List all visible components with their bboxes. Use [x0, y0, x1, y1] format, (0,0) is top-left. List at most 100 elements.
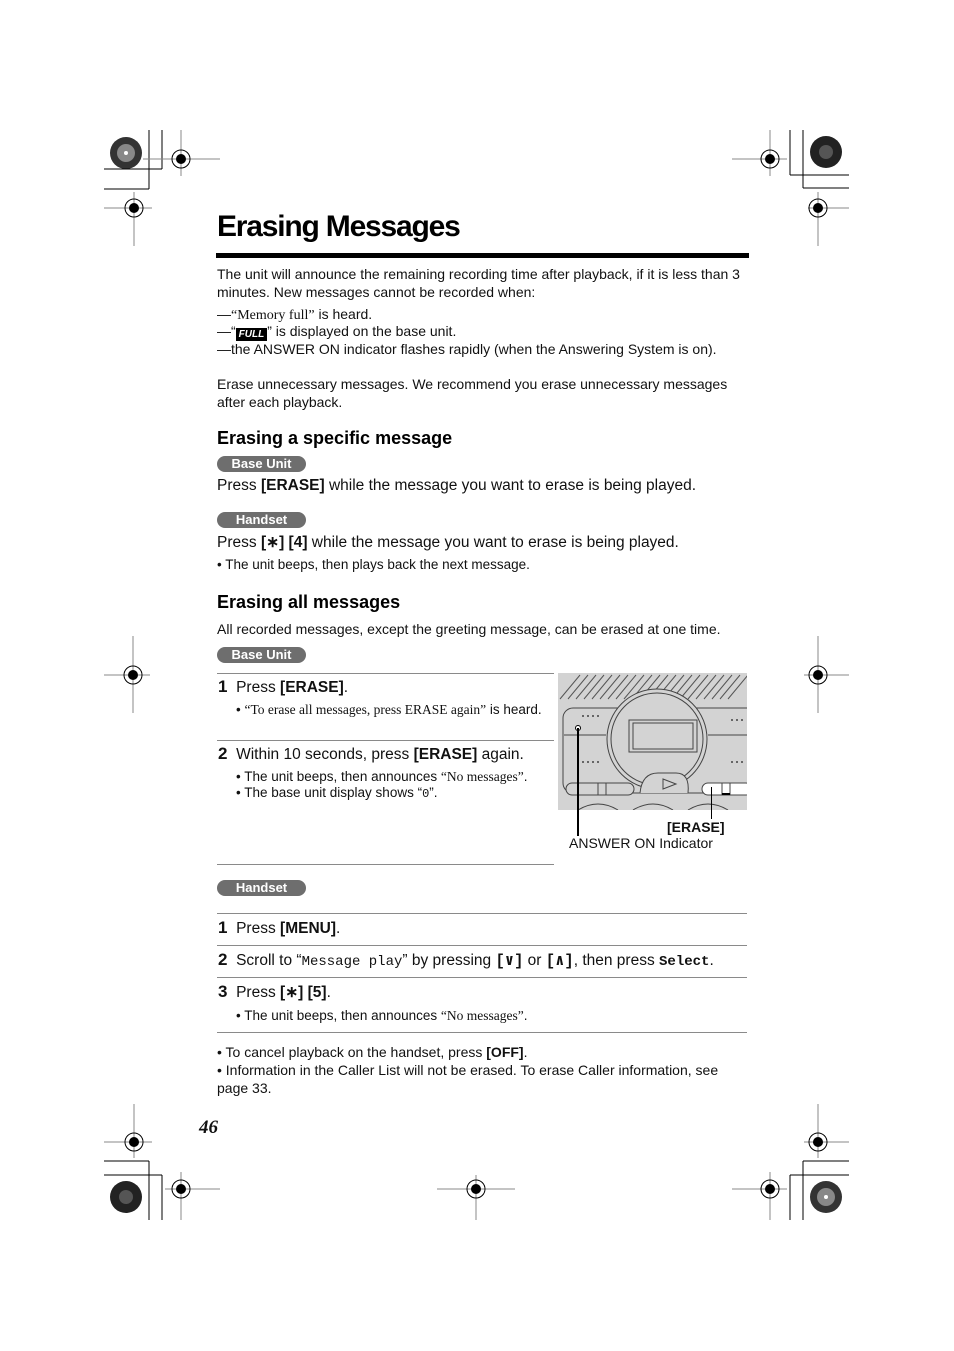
erase-key: [ERASE] — [260, 477, 325, 494]
condition-answer-on: —the ANSWER ON indicator flashes rapidly… — [217, 341, 717, 357]
base-unit-badge: Base Unit — [217, 647, 306, 663]
off-key: [OFF] — [486, 1044, 524, 1060]
base-step-2: 2 Within 10 seconds, press [ERASE] again… — [218, 744, 524, 764]
crosshair-mark-icon — [437, 1175, 515, 1220]
divider — [217, 673, 554, 674]
title-underline — [216, 253, 749, 258]
text: Press — [236, 679, 281, 696]
text: is heard. — [486, 702, 542, 717]
condition-text: ” is displayed on the base unit. — [267, 323, 457, 339]
erase-key: [ERASE] — [413, 746, 478, 763]
base-step-1: 1 Press [ERASE]. — [218, 677, 348, 697]
divider — [217, 864, 554, 865]
recommend-paragraph: Erase unnecessary messages. We recommend… — [217, 376, 728, 410]
text: Within 10 seconds, press — [236, 746, 414, 763]
erase-key: [ERASE] — [280, 679, 344, 696]
handset-step-3-note: • The unit beeps, then announces “No mes… — [236, 1008, 528, 1024]
down-key: [∨] — [495, 952, 524, 970]
crosshair-mark-icon — [104, 636, 150, 713]
text: Press — [236, 984, 281, 1001]
voice-prompt: “No messages” — [440, 1008, 524, 1023]
step-number: 2 — [218, 950, 228, 969]
footnote-caller-list: • Information in the Caller List will no… — [217, 1062, 719, 1096]
page-title: Erasing Messages — [217, 210, 461, 243]
step-number: 1 — [218, 918, 228, 937]
text: Press — [217, 477, 261, 494]
dash: —“ — [217, 323, 236, 339]
text: . — [336, 920, 341, 937]
select-soft-key: Select — [659, 954, 710, 970]
erase-leader-line — [711, 787, 712, 819]
text: while the message you want to erase is b… — [307, 534, 679, 551]
voice-prompt: “To erase all messages, press ERASE agai… — [244, 702, 487, 717]
crosshair-mark-icon — [804, 636, 849, 713]
text: • The unit beeps, then announces — [236, 1008, 441, 1023]
text: . — [523, 1044, 528, 1060]
all-description: All recorded messages, except the greeti… — [217, 621, 721, 637]
handset-badge: Handset — [217, 880, 306, 896]
base-step-1-note: • “To erase all messages, press ERASE ag… — [236, 702, 554, 718]
text: again. — [477, 746, 524, 763]
crosshair-mark-icon — [104, 192, 152, 246]
crosshair-mark-icon — [732, 1172, 787, 1220]
step-number: 1 — [218, 677, 228, 696]
lcd-display-icon — [628, 719, 698, 753]
up-key: [∧] — [545, 952, 574, 970]
text: • The unit beeps, then announces — [236, 769, 441, 784]
crosshair-mark-icon — [104, 1104, 152, 1158]
text: . — [326, 984, 331, 1001]
handset-step-3: 3 Press [∗] [5]. — [218, 982, 331, 1002]
menu-item-text: Message play — [301, 954, 403, 970]
text: , then press — [573, 952, 660, 969]
answer-on-leader-line — [577, 728, 579, 836]
section-heading-all: Erasing all messages — [217, 592, 401, 612]
star-4-keys: [∗] [4] — [260, 534, 308, 551]
text: . — [343, 679, 349, 696]
divider — [217, 740, 554, 741]
divider — [217, 1032, 747, 1033]
text: ”. — [429, 785, 438, 800]
section-heading-specific: Erasing a specific message — [217, 428, 453, 448]
answer-on-callout-label: ANSWER ON Indicator — [569, 835, 713, 851]
menu-key: [MENU] — [280, 920, 336, 937]
step-number: 3 — [218, 982, 228, 1001]
crosshair-mark-icon — [804, 1104, 849, 1158]
specific-base-instruction: Press [ERASE] while the message you want… — [217, 477, 696, 495]
registration-target-icon — [110, 1181, 142, 1213]
handset-step-1: 1 Press [MENU]. — [218, 918, 340, 938]
text: or — [523, 952, 546, 969]
specific-handset-note: • The unit beeps, then plays back the ne… — [217, 557, 530, 572]
base-step-2-note-1: • The unit beeps, then announces “No mes… — [236, 769, 528, 785]
divider — [217, 977, 747, 978]
divider — [217, 913, 747, 914]
handset-badge: Handset — [217, 512, 306, 528]
voice-prompt: “Memory full” — [231, 308, 315, 323]
text: . — [523, 769, 528, 784]
specific-handset-instruction: Press [∗] [4] while the message you want… — [217, 533, 679, 552]
condition-full-display: —“ FULL” is displayed on the base unit. — [217, 322, 456, 341]
text: • To cancel playback on the handset, pre… — [217, 1044, 487, 1060]
text: Scroll to “ — [236, 952, 302, 969]
text: . — [523, 1008, 528, 1023]
text: Press — [236, 920, 281, 937]
crosshair-mark-icon — [165, 1172, 220, 1220]
registration-target-icon — [810, 1181, 842, 1213]
text: while the message you want to erase is b… — [324, 477, 697, 494]
voice-prompt: “No messages” — [440, 769, 524, 784]
base-unit-badge: Base Unit — [217, 456, 306, 472]
text: ” by pressing — [402, 952, 496, 969]
crop-marks — [104, 130, 849, 1220]
text: Press — [217, 534, 261, 551]
crosshair-mark-icon — [808, 192, 849, 246]
text: . — [709, 952, 714, 969]
crosshair-mark-icon — [732, 130, 787, 176]
divider — [217, 945, 747, 946]
registration-target-icon — [810, 136, 842, 168]
base-unit-illustration — [558, 673, 747, 810]
registration-target-icon — [110, 137, 142, 169]
dash: — — [217, 306, 231, 322]
text: • The base unit display shows “ — [236, 785, 423, 800]
star-5-keys: [∗] [5] — [280, 984, 327, 1001]
page-number: 46 — [199, 1117, 218, 1138]
step-number: 2 — [218, 744, 228, 763]
